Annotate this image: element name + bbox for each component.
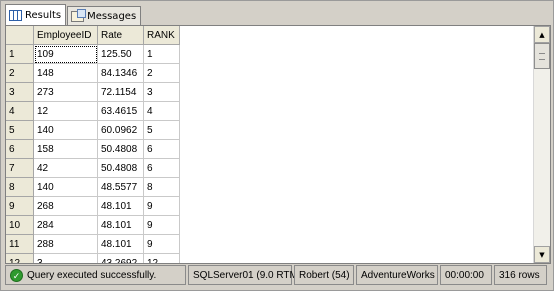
- row-number-cell[interactable]: 5: [6, 120, 34, 140]
- status-server: SQLServer01 (9.0 RTM): [188, 265, 301, 285]
- rate-cell[interactable]: 43.2692: [97, 253, 144, 263]
- column-header-employeeid[interactable]: EmployeeID: [33, 26, 98, 45]
- status-user: Robert (54): [294, 265, 354, 285]
- rank-cell[interactable]: 6: [143, 158, 180, 178]
- rank-cell[interactable]: 1: [143, 44, 180, 64]
- scrollbar-thumb[interactable]: [534, 43, 550, 69]
- table-row[interactable]: 1 109 125.50 1: [6, 44, 180, 64]
- status-message-panel: ✓ Query executed successfully.: [5, 265, 186, 285]
- results-grid-icon: [9, 9, 22, 21]
- employeeid-cell[interactable]: 284: [33, 215, 98, 235]
- row-number-cell[interactable]: 8: [6, 177, 34, 197]
- rate-cell[interactable]: 50.4808: [97, 139, 144, 159]
- tab-messages[interactable]: Messages: [67, 6, 142, 25]
- rate-cell[interactable]: 48.101: [97, 234, 144, 254]
- rank-cell[interactable]: 2: [143, 63, 180, 83]
- scroll-down-button[interactable]: ▼: [534, 246, 550, 263]
- employeeid-cell[interactable]: 42: [33, 158, 98, 178]
- table-row[interactable]: 4 12 63.4615 4: [6, 101, 180, 121]
- rate-cell[interactable]: 50.4808: [97, 158, 144, 178]
- table-row[interactable]: 11 288 48.101 9: [6, 234, 180, 254]
- employeeid-cell[interactable]: 3: [33, 253, 98, 263]
- tab-results-label: Results: [25, 9, 62, 21]
- employeeid-cell[interactable]: 158: [33, 139, 98, 159]
- row-number-cell[interactable]: 11: [6, 234, 34, 254]
- employeeid-cell[interactable]: 12: [33, 101, 98, 121]
- table-row[interactable]: 2 148 84.1346 2: [6, 63, 180, 83]
- tab-messages-label: Messages: [87, 10, 137, 22]
- results-grid-pane[interactable]: EmployeeID Rate RANK 1 109 125.50 1 2 148 84.1…: [5, 25, 551, 264]
- row-number-cell[interactable]: 1: [6, 44, 34, 64]
- results-window: Results Messages EmployeeID Rate RANK 11…: [0, 0, 554, 291]
- row-number-cell[interactable]: 7: [6, 158, 34, 178]
- rate-cell[interactable]: 48.101: [97, 215, 144, 235]
- row-number-cell[interactable]: 2: [6, 63, 34, 83]
- results-tab-strip: Results Messages: [5, 4, 142, 25]
- success-check-icon: ✓: [10, 268, 23, 282]
- rank-cell[interactable]: 8: [143, 177, 180, 197]
- vertical-scrollbar[interactable]: ▲ ▼: [533, 26, 550, 263]
- employeeid-cell[interactable]: 109: [33, 44, 98, 64]
- employeeid-cell[interactable]: 140: [33, 120, 98, 140]
- results-grid: EmployeeID Rate RANK 1 109 125.50 1 2 148 84.1…: [6, 26, 180, 263]
- rate-cell[interactable]: 63.4615: [97, 101, 144, 121]
- column-header-rank[interactable]: RANK: [143, 26, 180, 45]
- status-elapsed-time: 00:00:00: [440, 265, 492, 285]
- rate-cell[interactable]: 60.0962: [97, 120, 144, 140]
- table-row[interactable]: 12 3 43.2692 12: [6, 253, 180, 263]
- rate-cell[interactable]: 48.101: [97, 196, 144, 216]
- table-row[interactable]: 6 158 50.4808 6: [6, 139, 180, 159]
- row-number-cell[interactable]: 3: [6, 82, 34, 102]
- table-row[interactable]: 7 42 50.4808 6: [6, 158, 180, 178]
- rate-cell[interactable]: 125.50: [97, 44, 144, 64]
- status-message: Query executed successfully.: [27, 269, 157, 281]
- rate-cell[interactable]: 48.5577: [97, 177, 144, 197]
- column-header-rate[interactable]: Rate: [97, 26, 144, 45]
- rank-cell[interactable]: 3: [143, 82, 180, 102]
- row-number-cell[interactable]: 6: [6, 139, 34, 159]
- employeeid-cell[interactable]: 148: [33, 63, 98, 83]
- table-row[interactable]: 10 284 48.101 9: [6, 215, 180, 235]
- rank-cell[interactable]: 9: [143, 215, 180, 235]
- employeeid-cell[interactable]: 273: [33, 82, 98, 102]
- employeeid-cell[interactable]: 140: [33, 177, 98, 197]
- messages-icon: [71, 8, 87, 22]
- table-row[interactable]: 3 273 72.1154 3: [6, 82, 180, 102]
- rank-cell[interactable]: 5: [143, 120, 180, 140]
- row-number-cell[interactable]: 10: [6, 215, 34, 235]
- table-row[interactable]: 9 268 48.101 9: [6, 196, 180, 216]
- status-database: AdventureWorks: [356, 265, 438, 285]
- grid-header-row: EmployeeID Rate RANK: [6, 26, 180, 45]
- rank-cell[interactable]: 9: [143, 196, 180, 216]
- rank-cell[interactable]: 12: [143, 253, 180, 263]
- rank-cell[interactable]: 4: [143, 101, 180, 121]
- table-row[interactable]: 5 140 60.0962 5: [6, 120, 180, 140]
- tab-results[interactable]: Results: [5, 4, 67, 25]
- employeeid-cell[interactable]: 288: [33, 234, 98, 254]
- rate-cell[interactable]: 72.1154: [97, 82, 144, 102]
- employeeid-cell[interactable]: 268: [33, 196, 98, 216]
- status-row-count: 316 rows: [494, 265, 547, 285]
- grid-corner-cell[interactable]: [6, 26, 34, 45]
- rate-cell[interactable]: 84.1346: [97, 63, 144, 83]
- rank-cell[interactable]: 6: [143, 139, 180, 159]
- status-bar: ✓ Query executed successfully. SQLServer…: [5, 265, 551, 287]
- scroll-up-button[interactable]: ▲: [534, 26, 550, 43]
- table-row[interactable]: 8 140 48.5577 8: [6, 177, 180, 197]
- row-number-cell[interactable]: 12: [6, 253, 34, 263]
- row-number-cell[interactable]: 9: [6, 196, 34, 216]
- rank-cell[interactable]: 9: [143, 234, 180, 254]
- row-number-cell[interactable]: 4: [6, 101, 34, 121]
